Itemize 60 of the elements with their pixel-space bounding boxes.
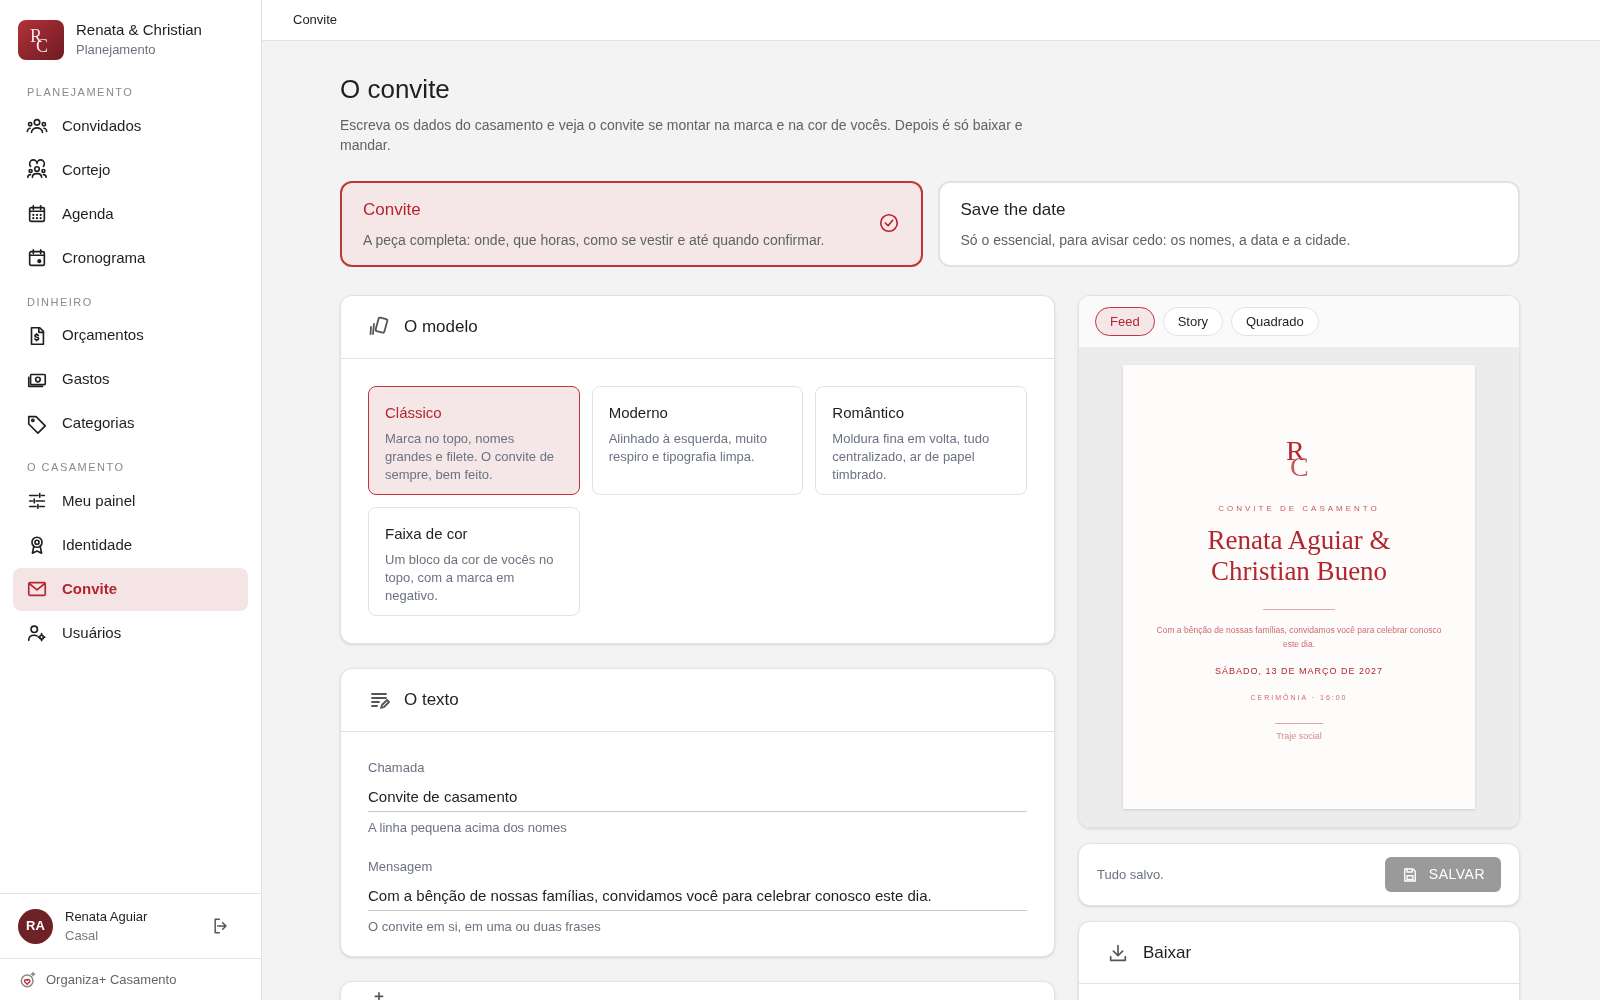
field-label: Chamada <box>368 759 426 777</box>
format-tab[interactable]: Quadrado <box>1231 307 1319 336</box>
model-option[interactable]: Moderno Alinhado à esquerda, muito respiro e tipografia limpa. <box>591 386 804 495</box>
user-role: Casal <box>65 927 100 945</box>
field-help: O convite em si, em uma ou duas frases <box>368 917 602 936</box>
nav-item[interactable]: Convidados <box>13 104 248 148</box>
breadcrumb: Convite <box>293 11 338 30</box>
nav-item[interactable]: Meu painel <box>13 479 248 523</box>
nav-item[interactable]: Gastos <box>13 358 248 401</box>
option-description: Moldura fina em volta, tudo centralizado, ar de papel timbrado. <box>832 429 991 484</box>
section-heading: PLANEJAMENTO <box>26 85 135 100</box>
model-option[interactable]: Clássico Marca no topo, nomes grandes e filete. O convite de sempre, bem feito. <box>368 386 580 495</box>
card-title: O texto <box>404 689 459 712</box>
page-description: Escreva os dados do casamento e veja o convite se montar na marca e na cor de vocês. Depois é só baixar e mandar. <box>340 116 1024 155</box>
invite-dress-code: Traje social <box>1276 730 1322 743</box>
type-description: A peça completa: onde, que horas, como se vestir e até quando confirmar. <box>363 231 826 251</box>
invite-date: SÁBADO, 13 DE MARÇO DE 2027 <box>1214 665 1384 678</box>
option-description: Marca no topo, nomes grandes e filete. O convite de sempre, bem feito. <box>385 429 556 484</box>
nav-item[interactable]: Usuários <box>13 611 248 655</box>
format-tab[interactable]: Feed <box>1095 307 1155 336</box>
section-heading: O CASAMENTO <box>26 460 126 475</box>
invite-names: Renata Aguiar & Christian Bueno <box>1206 525 1392 587</box>
input-field[interactable]: Convite de casamento <box>368 781 1027 812</box>
user-avatar: RA <box>18 908 53 944</box>
brand-subtitle: Planejamento <box>76 41 157 59</box>
option-title: Clássico <box>385 403 443 423</box>
invite-message: Com a bênção de nossas famílias, convidamos você para celebrar conosco este dia. <box>1155 624 1443 651</box>
card-title: Baixar <box>1143 941 1192 964</box>
nav-item[interactable]: Identidade <box>13 523 248 567</box>
nav-item[interactable]: Agenda <box>13 192 248 236</box>
format-tab[interactable]: Story <box>1162 307 1223 336</box>
nav-item[interactable]: Orçamentos <box>13 314 248 357</box>
type-description: Só o essencial, para avisar cedo: os nomes, a data e a cidade. <box>960 231 1352 251</box>
model-option[interactable]: Romântico Moldura fina em volta, tudo centralizado, ar de papel timbrado. <box>815 386 1027 495</box>
type-title: Save the date <box>960 198 1067 221</box>
option-title: Faixa de cor <box>385 524 469 544</box>
nav-item[interactable]: Cortejo <box>13 148 248 192</box>
field-label: Mensagem <box>368 858 434 876</box>
user-name: Renata Aguiar <box>65 907 149 926</box>
option-description: Alinhado à esquerda, muito respiro e tipografia limpa. <box>608 429 768 466</box>
field-help: A linha pequena acima dos nomes <box>368 818 568 837</box>
brand-title: Renata & Christian <box>76 20 202 40</box>
section-heading: DINHEIRO <box>26 294 94 310</box>
save-status: Tudo salvo. <box>1097 865 1164 884</box>
invite-type-card[interactable]: Save the date Só o essencial, para avisar cedo: os nomes, a data e a cidade. <box>937 181 1520 267</box>
nav-item[interactable]: Categorias <box>13 402 248 445</box>
input-field[interactable]: Com a bênção de nossas famílias, convidamos você para celebrar conosco este dia. <box>368 880 1027 911</box>
option-title: Moderno <box>608 403 669 423</box>
model-option[interactable]: Faixa de cor Um bloco da cor de vocês no topo, com a marca em negativo. <box>368 507 580 616</box>
nav-item[interactable]: Convite <box>13 567 248 611</box>
invite-kicker: CONVITE DE CASAMENTO <box>1218 503 1380 515</box>
nav-item[interactable]: Cronograma <box>13 236 248 280</box>
type-title: Convite <box>363 198 422 221</box>
card-title: O modelo <box>404 316 478 339</box>
monogram: RC <box>1285 437 1310 479</box>
app-name: Organiza+ Casamento <box>46 970 177 989</box>
page-title: O convite <box>340 73 451 105</box>
invite-type-card[interactable]: Convite A peça completa: onde, que horas, como se vestir e até quando confirmar. <box>340 181 923 267</box>
option-description: Um bloco da cor de vocês no topo, com a marca em negativo. <box>385 550 555 605</box>
option-title: Romântico <box>832 403 906 423</box>
